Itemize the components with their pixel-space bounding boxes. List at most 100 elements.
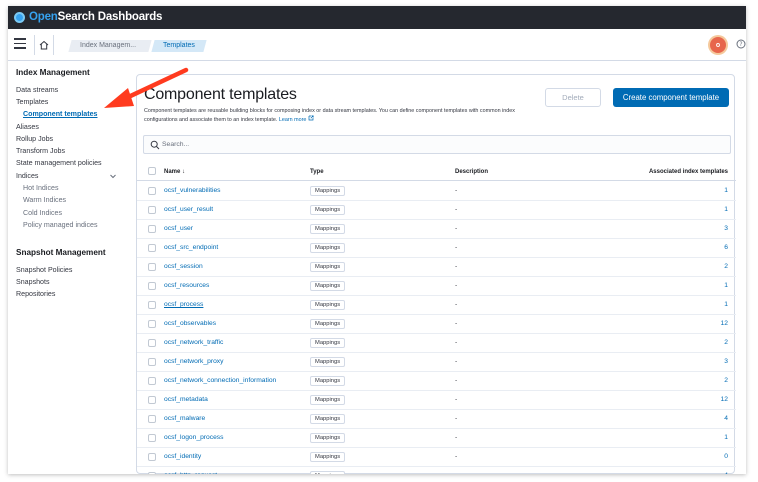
type-badge: Mappings — [310, 471, 346, 474]
template-name-link[interactable]: ocsf_user_result — [164, 206, 213, 213]
associated-count-link[interactable]: 1 — [724, 434, 728, 441]
template-name-link[interactable]: ocsf_observables — [164, 320, 216, 327]
row-checkbox[interactable] — [148, 396, 156, 404]
associated-count-link[interactable]: 0 — [724, 453, 728, 460]
associated-count-link[interactable]: 4 — [724, 415, 728, 422]
sidebar-item-data-streams[interactable]: Data streams — [16, 86, 58, 94]
row-checkbox[interactable] — [148, 377, 156, 385]
table-row[interactable]: ocsf_resources Mappings - 1 — [137, 277, 736, 296]
template-name-link[interactable]: ocsf_vulnerabilities — [164, 187, 221, 194]
associated-count-link[interactable]: 3 — [724, 225, 728, 232]
row-checkbox[interactable] — [148, 263, 156, 271]
template-name-link[interactable]: ocsf_network_proxy — [164, 358, 223, 365]
table-row[interactable]: ocsf_network_traffic Mappings - 2 — [137, 334, 736, 353]
sidebar-item-aliases[interactable]: Aliases — [16, 123, 39, 131]
associated-count-link[interactable]: 2 — [724, 263, 728, 270]
table-row[interactable]: ocsf_identity Mappings - 0 — [137, 448, 736, 467]
associated-count-link[interactable]: 1 — [724, 187, 728, 194]
sidebar-item-policy-managed-indices[interactable]: Policy managed indices — [23, 221, 98, 229]
table-row[interactable]: ocsf_session Mappings - 2 — [137, 258, 736, 277]
template-name-link[interactable]: ocsf_process — [164, 301, 203, 308]
row-checkbox[interactable] — [148, 244, 156, 252]
learn-more-link[interactable]: Learn more — [279, 117, 307, 123]
template-name-link[interactable]: ocsf_malware — [164, 415, 205, 422]
template-name-link[interactable]: ocsf_metadata — [164, 396, 208, 403]
template-name-link[interactable]: ocsf_session — [164, 263, 203, 270]
search-input[interactable] — [162, 136, 722, 153]
create-component-template-button[interactable]: Create component template — [613, 88, 729, 107]
home-button[interactable] — [34, 35, 54, 55]
template-name-link[interactable]: ocsf_src_endpoint — [164, 244, 218, 251]
table-row[interactable]: ocsf_network_connection_information Mappi… — [137, 372, 736, 391]
table-row[interactable]: ocsf_http_request Mappings - 4 — [137, 467, 736, 474]
type-badge: Mappings — [310, 281, 346, 291]
row-checkbox[interactable] — [148, 206, 156, 214]
opensearch-logo[interactable]: OpenSearch Dashboards — [14, 11, 162, 23]
row-checkbox[interactable] — [148, 187, 156, 195]
template-name-link[interactable]: ocsf_identity — [164, 453, 201, 460]
associated-count-link[interactable]: 12 — [721, 320, 728, 327]
table-row[interactable]: ocsf_observables Mappings - 12 — [137, 315, 736, 334]
sidebar-item-transform-jobs[interactable]: Transform Jobs — [16, 147, 65, 155]
delete-button[interactable]: Delete — [545, 88, 601, 107]
table-row[interactable]: ocsf_malware Mappings - 4 — [137, 410, 736, 429]
table-row[interactable]: ocsf_metadata Mappings - 12 — [137, 391, 736, 410]
table-row[interactable]: ocsf_logon_process Mappings - 1 — [137, 429, 736, 448]
sidebar-item-warm-indices[interactable]: Warm Indices — [23, 196, 66, 204]
associated-count-link[interactable]: 3 — [724, 358, 728, 365]
row-checkbox[interactable] — [148, 434, 156, 442]
table-row[interactable]: ocsf_process Mappings - 1 — [137, 296, 736, 315]
sidebar-item-snapshots[interactable]: Snapshots — [16, 278, 50, 286]
table-row[interactable]: ocsf_user Mappings - 3 — [137, 220, 736, 239]
template-name-link[interactable]: ocsf_network_traffic — [164, 339, 223, 346]
external-link-icon — [308, 115, 314, 121]
sidebar-item-templates[interactable]: Templates — [16, 98, 48, 106]
table-row[interactable]: ocsf_src_endpoint Mappings - 6 — [137, 239, 736, 258]
select-all-checkbox[interactable] — [148, 167, 156, 175]
type-badge: Mappings — [310, 338, 346, 348]
help-icon[interactable]: ? — [736, 39, 746, 49]
row-checkbox[interactable] — [148, 320, 156, 328]
menu-icon[interactable] — [14, 38, 26, 50]
row-checkbox[interactable] — [148, 453, 156, 461]
chevron-down-icon[interactable] — [109, 172, 117, 180]
column-header-name[interactable]: Name ↓ — [164, 169, 185, 175]
sidebar-item-indices[interactable]: Indices — [16, 172, 38, 180]
row-checkbox[interactable] — [148, 358, 156, 366]
associated-count-link[interactable]: 12 — [721, 396, 728, 403]
description-cell: - — [455, 225, 458, 232]
sidebar-item-cold-indices[interactable]: Cold Indices — [23, 209, 62, 217]
associated-count-link[interactable]: 4 — [724, 472, 728, 474]
sidebar-item-snapshot-policies[interactable]: Snapshot Policies — [16, 266, 72, 274]
sidebar-item-hot-indices[interactable]: Hot Indices — [23, 184, 59, 192]
type-badge: Mappings — [310, 395, 346, 405]
row-checkbox[interactable] — [148, 415, 156, 423]
sidebar-item-state-management-policies[interactable]: State management policies — [16, 159, 102, 167]
row-checkbox[interactable] — [148, 339, 156, 347]
table-row[interactable]: ocsf_network_proxy Mappings - 3 — [137, 353, 736, 372]
row-checkbox[interactable] — [148, 225, 156, 233]
template-name-link[interactable]: ocsf_logon_process — [164, 434, 223, 441]
table-row[interactable]: ocsf_user_result Mappings - 1 — [137, 201, 736, 220]
sidebar-item-component-templates[interactable]: Component templates — [23, 110, 98, 118]
breadcrumb-index-management[interactable]: Index Managem... — [68, 40, 152, 52]
row-checkbox[interactable] — [148, 472, 156, 474]
template-name-link[interactable]: ocsf_resources — [164, 282, 209, 289]
associated-count-link[interactable]: 1 — [724, 301, 728, 308]
template-name-link[interactable]: ocsf_user — [164, 225, 193, 232]
associated-count-link[interactable]: 6 — [724, 244, 728, 251]
breadcrumb-templates[interactable]: Templates — [151, 40, 207, 52]
associated-count-link[interactable]: 1 — [724, 282, 728, 289]
associated-count-link[interactable]: 2 — [724, 339, 728, 346]
associated-count-link[interactable]: 1 — [724, 206, 728, 213]
template-name-link[interactable]: ocsf_network_connection_information — [164, 377, 276, 384]
sidebar-item-repositories[interactable]: Repositories — [16, 290, 55, 298]
row-checkbox[interactable] — [148, 301, 156, 309]
row-checkbox[interactable] — [148, 282, 156, 290]
associated-count-link[interactable]: 2 — [724, 377, 728, 384]
page-title: Component templates — [144, 86, 297, 103]
user-avatar[interactable]: o — [710, 37, 726, 53]
sidebar-item-rollup-jobs[interactable]: Rollup Jobs — [16, 135, 53, 143]
table-row[interactable]: ocsf_vulnerabilities Mappings - 1 — [137, 182, 736, 201]
template-name-link[interactable]: ocsf_http_request — [164, 472, 217, 474]
